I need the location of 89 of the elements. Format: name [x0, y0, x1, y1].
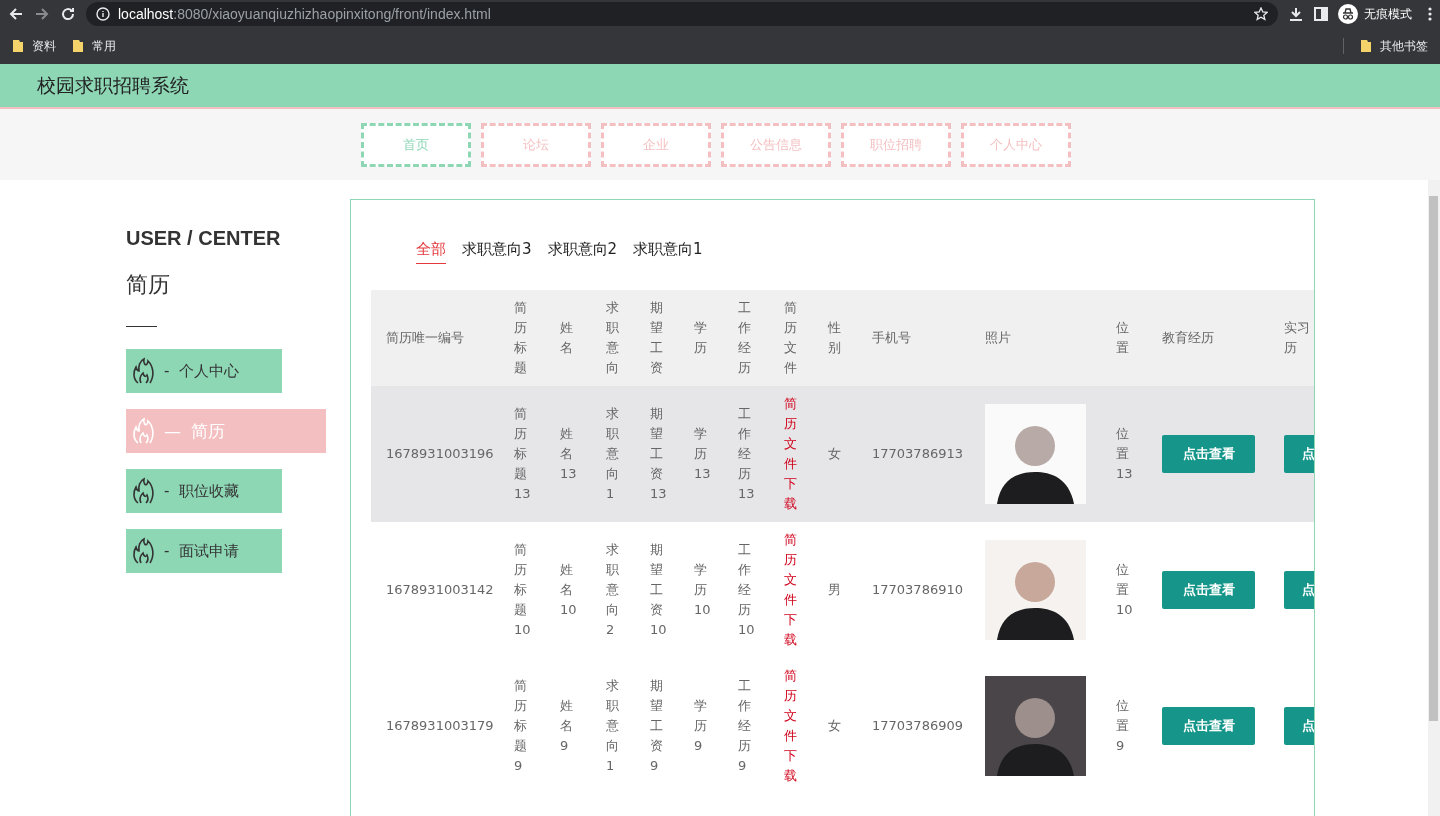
column-header: 学历 [694, 319, 708, 357]
table-cell-text: 学历10 [694, 561, 712, 619]
table-cell-text: 1678931003179 [386, 717, 494, 735]
bookmark-item[interactable]: 其他书签 [1380, 37, 1428, 55]
scrollbar[interactable] [1428, 180, 1440, 816]
column-header: 教育经历 [1162, 329, 1214, 347]
column-header: 性别 [828, 319, 842, 357]
table-cell-text: 工作经历9 [738, 677, 752, 775]
sidebar-item[interactable]: - 个人中心 [126, 349, 282, 393]
download-link[interactable]: 简历文件下载 [784, 666, 804, 786]
table-cell-text: 女 [828, 717, 842, 735]
column-header: 简历标题 [514, 299, 528, 377]
table-cell-text: 简历标题9 [514, 677, 528, 775]
filter-tab[interactable]: 求职意向1 [633, 240, 703, 263]
flame-icon [132, 477, 156, 505]
column-header: 姓名 [560, 319, 574, 357]
table-cell-text: 简历标题13 [514, 405, 532, 503]
sidebar-icon[interactable] [1314, 7, 1328, 21]
sidebar-item[interactable]: - 面试申请 [126, 529, 282, 573]
flame-icon [132, 537, 156, 565]
flame-icon [132, 357, 156, 385]
table-cell-text: 姓名9 [560, 697, 574, 755]
view-button[interactable]: 点 [1284, 435, 1314, 473]
table-cell-text: 17703786909 [872, 717, 963, 735]
view-button[interactable]: 点击查看 [1162, 435, 1255, 473]
table-cell-text: 姓名10 [560, 561, 578, 619]
view-button[interactable]: 点击查看 [1162, 707, 1255, 745]
view-button[interactable]: 点 [1284, 571, 1314, 609]
view-button[interactable]: 点击查看 [1162, 571, 1255, 609]
table-cell-text: 位置10 [1116, 561, 1134, 619]
table-cell-text: 期望工资9 [650, 677, 664, 775]
folder-icon [12, 39, 24, 53]
table-cell-text: 17703786910 [872, 581, 963, 599]
menu-icon[interactable] [1428, 7, 1432, 21]
filter-tab[interactable]: 全部 [416, 240, 446, 264]
forward-icon[interactable] [34, 6, 50, 22]
column-header: 手机号 [872, 329, 911, 347]
url-text: localhost:8080/xiaoyuanqiuzhizhaopinxitong/front/index.html [118, 6, 491, 22]
folder-icon [1360, 39, 1372, 53]
column-header: 工作经历 [738, 299, 752, 377]
column-header: 位置 [1116, 319, 1130, 357]
table-cell-text: 姓名13 [560, 425, 578, 483]
download-link[interactable]: 简历文件下载 [784, 530, 804, 650]
filter-tab[interactable]: 求职意向3 [462, 240, 532, 263]
bookmark-item[interactable]: 资料 [32, 37, 56, 55]
column-header: 照片 [985, 329, 1011, 347]
table-cell-text: 简历标题10 [514, 541, 532, 639]
back-icon[interactable] [8, 6, 24, 22]
column-header: 期望工资 [650, 299, 664, 377]
table-cell-text: 学历13 [694, 425, 712, 483]
table-cell-text: 求职意向1 [606, 677, 620, 775]
filter-tab[interactable]: 求职意向2 [547, 240, 618, 263]
view-button[interactable]: 点 [1284, 707, 1314, 745]
column-header: 实习历 [1284, 319, 1311, 357]
section-subtitle: 简历 [126, 271, 171, 299]
download-icon[interactable] [1288, 6, 1304, 22]
table-cell-text: 期望工资13 [650, 405, 668, 503]
table-cell-text: 17703786913 [872, 445, 963, 463]
sidebar-item[interactable]: - 职位收藏 [126, 469, 282, 513]
table-cell-text: 位置9 [1116, 697, 1130, 755]
site-title: 校园求职招聘系统 [37, 72, 189, 98]
info-icon [96, 7, 110, 21]
bookmark-item[interactable]: 常用 [92, 37, 116, 55]
incognito-label: 无痕模式 [1364, 5, 1412, 23]
table-cell-text: 学历9 [694, 697, 708, 755]
folder-icon [72, 39, 84, 53]
table-row[interactable]: 1678931003142 简历标题10 姓名10 求职意向2 期望工资10 学历10 工作经历10 简历文件下载 男 17703786910 位置10 点击查看 点 [371, 522, 1314, 658]
table-cell-text: 1678931003196 [386, 445, 494, 463]
table-cell-text: 工作经历10 [738, 541, 756, 639]
table-cell-text: 期望工资10 [650, 541, 668, 639]
column-header: 简历唯一编号 [386, 329, 464, 347]
address-bar[interactable]: localhost:8080/xiaoyuanqiuzhizhaopinxitong/front/index.html [86, 2, 1278, 26]
section-heading: USER / CENTER [126, 227, 282, 250]
incognito-icon [1338, 4, 1358, 24]
column-header: 简历文件 [784, 299, 798, 377]
table-row[interactable]: 1678931003196 简历标题13 姓名13 求职意向1 期望工资13 学历13 工作经历13 简历文件下载 女 17703786913 位置13 点击查看 点 [371, 386, 1314, 522]
table-cell-text: 求职意向2 [606, 541, 620, 639]
column-header: 求职意向 [606, 299, 620, 377]
table-row[interactable]: 1678931003179 简历标题9 姓名9 求职意向1 期望工资9 学历9 工作经历9 简历文件下载 女 17703786909 位置9 点击查看 点 [371, 658, 1314, 794]
table-cell-text: 男 [828, 581, 842, 599]
download-link[interactable]: 简历文件下载 [784, 394, 804, 514]
table-cell-text: 工作经历13 [738, 405, 756, 503]
table-cell-text: 1678931003142 [386, 581, 494, 599]
table-cell-text: 求职意向1 [606, 405, 620, 503]
flame-icon [132, 417, 156, 445]
star-icon[interactable] [1254, 7, 1268, 21]
reload-icon[interactable] [60, 6, 76, 22]
table-cell-text: 女 [828, 445, 842, 463]
table-cell-text: 位置13 [1116, 425, 1134, 483]
